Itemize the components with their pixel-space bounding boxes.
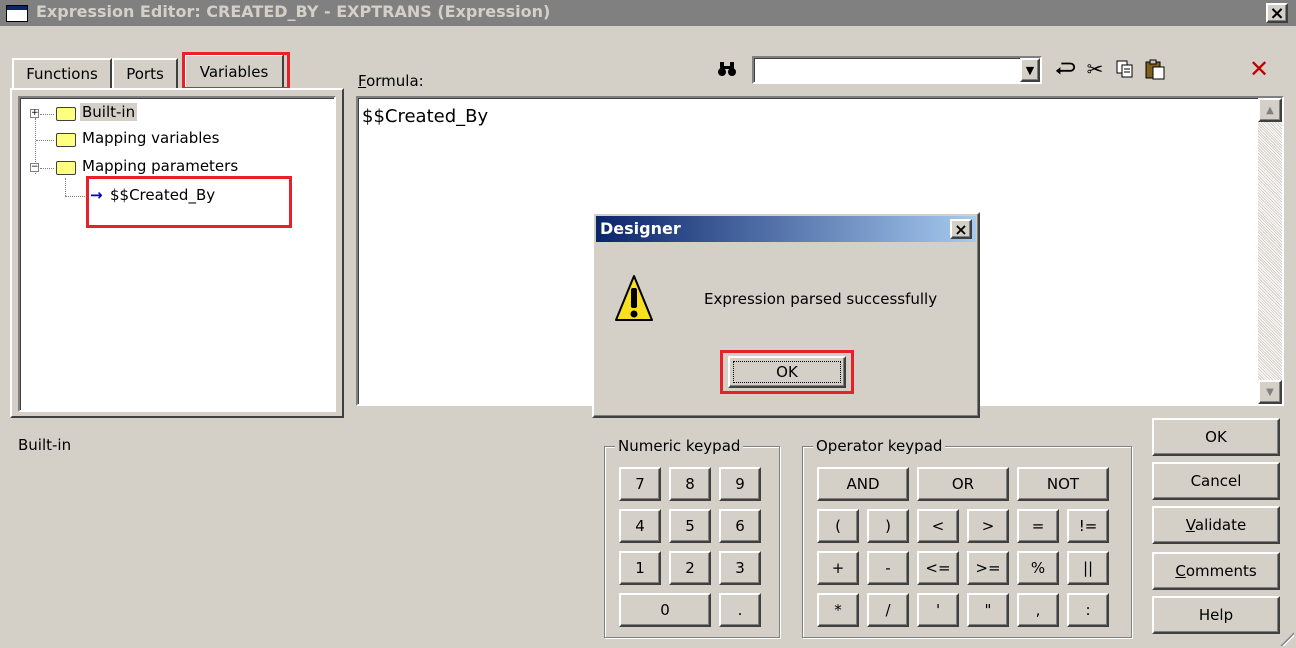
help-button[interactable]: Help [1152, 596, 1280, 634]
key-dot[interactable]: . [719, 593, 761, 627]
key-plus[interactable]: + [817, 551, 859, 585]
comments-button[interactable]: Comments [1152, 552, 1280, 590]
dialog-ok-highlight [720, 350, 854, 394]
formula-scrollbar[interactable]: ▲ ▼ [1258, 98, 1282, 404]
formula-text: $$Created_By [362, 106, 489, 127]
window-title-bar[interactable]: Expression Editor: CREATED_BY - EXPTRANS… [0, 0, 1296, 26]
key-equals[interactable]: = [1017, 509, 1059, 543]
operator-keypad: Operator keypad AND OR NOT ( ) < > = != … [802, 437, 1132, 638]
key-2[interactable]: 2 [669, 551, 711, 585]
created-by-highlight [86, 176, 292, 228]
binoculars-icon[interactable] [716, 56, 738, 82]
key-divide[interactable]: / [867, 593, 909, 627]
dialog-title: Designer [600, 219, 681, 238]
key-less-equal[interactable]: <= [917, 551, 959, 585]
window-title: Expression Editor: CREATED_BY - EXPTRANS… [36, 2, 551, 21]
tree-item-mapping-variables[interactable]: Mapping variables [82, 129, 219, 147]
key-not[interactable]: NOT [1017, 467, 1109, 501]
key-not-equals[interactable]: != [1067, 509, 1109, 543]
folder-icon [56, 133, 76, 147]
key-8[interactable]: 8 [669, 467, 711, 501]
tree-expand-icon[interactable]: + [30, 109, 39, 118]
key-single-quote[interactable]: ' [917, 593, 959, 627]
key-comma[interactable]: , [1017, 593, 1059, 627]
key-5[interactable]: 5 [669, 509, 711, 543]
scroll-up-button[interactable]: ▲ [1258, 98, 1282, 122]
warning-icon [614, 272, 654, 328]
folder-icon [56, 161, 76, 175]
validate-button[interactable]: Validate [1152, 506, 1280, 544]
scroll-down-button[interactable]: ▼ [1258, 380, 1282, 404]
delete-icon[interactable]: ✕ [1248, 55, 1270, 83]
key-concat[interactable]: || [1067, 551, 1109, 585]
key-greater-than[interactable]: > [967, 509, 1009, 543]
key-3[interactable]: 3 [719, 551, 761, 585]
undo-icon[interactable] [1054, 56, 1076, 82]
resize-grip-icon[interactable] [1280, 632, 1294, 646]
tree-item-mapping-parameters[interactable]: Mapping parameters [82, 157, 238, 175]
numeric-keypad: Numeric keypad 7 8 9 4 5 6 1 2 3 0 . [604, 437, 780, 638]
key-1[interactable]: 1 [619, 551, 661, 585]
key-or[interactable]: OR [917, 467, 1009, 501]
key-less-than[interactable]: < [917, 509, 959, 543]
dialog-title-bar[interactable]: Designer × [596, 216, 976, 242]
formula-label: Formula: [358, 72, 424, 90]
dialog-close-button[interactable]: × [950, 219, 972, 239]
key-and[interactable]: AND [817, 467, 909, 501]
folder-icon [56, 107, 76, 121]
tab-variables-highlight [182, 52, 290, 90]
designer-dialog: Designer × Expression parsed successfull… [592, 212, 980, 418]
key-6[interactable]: 6 [719, 509, 761, 543]
key-minus[interactable]: - [867, 551, 909, 585]
close-icon: × [1269, 2, 1285, 24]
search-combobox[interactable]: ▼ [752, 56, 1042, 84]
window-app-icon [6, 5, 28, 22]
dialog-message: Expression parsed successfully [704, 290, 938, 308]
copy-icon[interactable] [1114, 56, 1136, 82]
item-description: Built-in [18, 436, 72, 454]
ok-button[interactable]: OK [1152, 418, 1280, 456]
window-close-button[interactable]: × [1266, 2, 1288, 24]
tree-item-built-in[interactable]: Built-in [80, 103, 138, 121]
cut-icon[interactable]: ✂ [1084, 56, 1106, 82]
cancel-button[interactable]: Cancel [1152, 462, 1280, 500]
key-multiply[interactable]: * [817, 593, 859, 627]
key-percent[interactable]: % [1017, 551, 1059, 585]
key-close-paren[interactable]: ) [867, 509, 909, 543]
chevron-down-icon[interactable]: ▼ [1020, 58, 1040, 82]
close-icon: × [954, 219, 968, 239]
key-9[interactable]: 9 [719, 467, 761, 501]
tree-collapse-icon[interactable]: − [30, 163, 39, 172]
key-0[interactable]: 0 [619, 593, 711, 627]
key-greater-equal[interactable]: >= [967, 551, 1009, 585]
key-colon[interactable]: : [1067, 593, 1109, 627]
paste-icon[interactable] [1144, 56, 1166, 82]
tab-functions[interactable]: Functions [12, 58, 112, 88]
tab-ports[interactable]: Ports [112, 58, 178, 88]
key-4[interactable]: 4 [619, 509, 661, 543]
variables-tree[interactable]: + Built-in Mapping variables − Mapping p… [18, 96, 336, 412]
key-open-paren[interactable]: ( [817, 509, 859, 543]
key-7[interactable]: 7 [619, 467, 661, 501]
key-double-quote[interactable]: " [967, 593, 1009, 627]
